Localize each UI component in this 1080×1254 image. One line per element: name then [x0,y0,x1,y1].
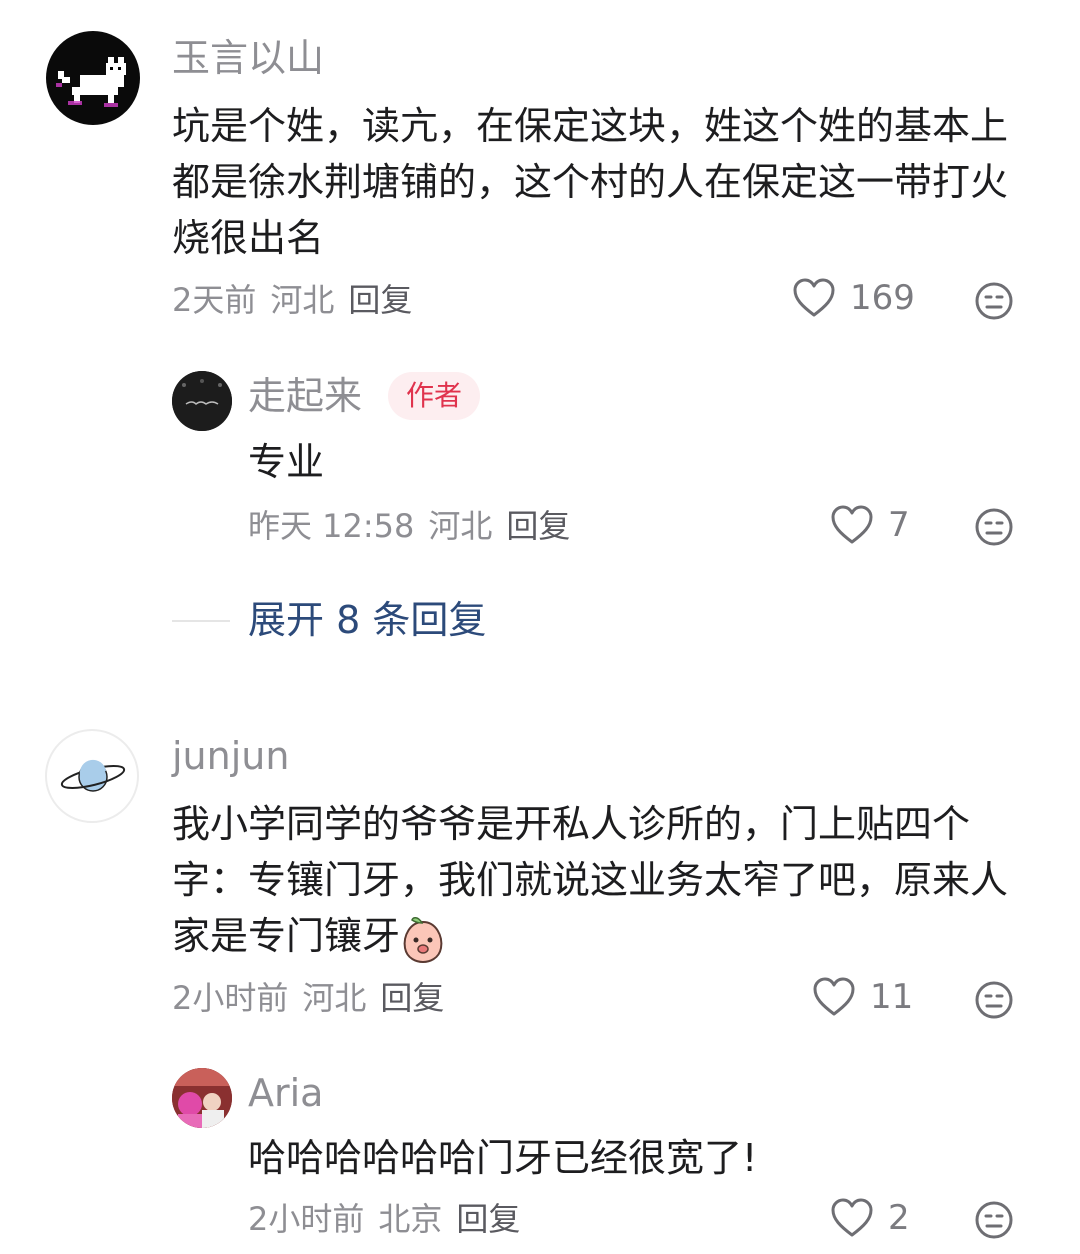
comment-text: 我小学同学的爷爷是开私人诊所的，门上贴四个字：专镶门牙，我们就说这业务太窄了吧，… [172,796,1017,964]
reply-button[interactable]: 回复 [380,979,444,1017]
divider [172,620,230,622]
comment-text: 哈哈哈哈哈哈门牙已经很宽了! [248,1136,758,1180]
heart-outline-icon [831,505,873,544]
avatar-image [172,371,232,431]
username[interactable]: 走起来 [248,374,362,418]
avatar[interactable] [172,1068,232,1128]
comment-meta: 2小时前 河北 回复 [172,978,458,1018]
like-button[interactable]: 169 [792,278,915,318]
like-count: 7 [888,505,910,545]
meh-face-icon[interactable] [974,980,1014,1020]
meh-face-icon[interactable] [974,507,1014,547]
comment-meta: 2天前 河北 回复 [172,280,426,320]
like-count: 11 [870,977,914,1017]
timestamp: 2小时前 [248,1200,365,1238]
avatar[interactable] [172,371,232,431]
location: 河北 [302,979,367,1017]
timestamp: 昨天 12:58 [248,507,415,545]
avatar[interactable] [45,729,139,823]
peach-emoji-icon [403,916,443,963]
avatar[interactable] [46,31,140,125]
location: 北京 [378,1200,443,1238]
meh-face-icon[interactable] [974,1200,1014,1240]
heart-outline-icon [831,1198,873,1237]
like-button[interactable]: 11 [812,977,913,1017]
reply-button[interactable]: 回复 [348,281,412,319]
reply-button[interactable]: 回复 [456,1200,520,1238]
location: 河北 [270,281,335,319]
like-button[interactable]: 7 [830,505,910,545]
username[interactable]: junjun [172,734,289,778]
comment-text: 专业 [248,440,325,484]
username[interactable]: 玉言以山 [172,36,324,80]
username[interactable]: Aria [248,1071,323,1115]
like-count: 2 [888,1198,910,1238]
heart-outline-icon [793,278,835,317]
avatar-image [172,1068,232,1128]
expand-replies-button[interactable]: 展开 8 条回复 [248,598,486,642]
location: 河北 [428,507,493,545]
timestamp: 2小时前 [172,979,289,1017]
like-button[interactable]: 2 [830,1198,910,1238]
author-badge: 作者 [388,372,481,420]
comment-text: 坑是个姓，读亢，在保定这块，姓这个姓的基本上都是徐水荆塘铺的，这个村的人在保定这… [172,104,1009,260]
pixel-cat-icon [56,57,126,107]
timestamp: 2天前 [172,281,257,319]
comment-text-content: 我小学同学的爷爷是开私人诊所的，门上贴四个字：专镶门牙，我们就说这业务太窄了吧，… [172,802,1009,958]
planet-icon [60,759,126,792]
meh-face-icon[interactable] [974,281,1014,321]
like-count: 169 [850,278,915,318]
heart-outline-icon [813,977,855,1016]
comment-meta: 昨天 12:58 河北 回复 [248,506,584,546]
reply-button[interactable]: 回复 [506,507,570,545]
comment-meta: 2小时前 北京 回复 [248,1199,534,1239]
